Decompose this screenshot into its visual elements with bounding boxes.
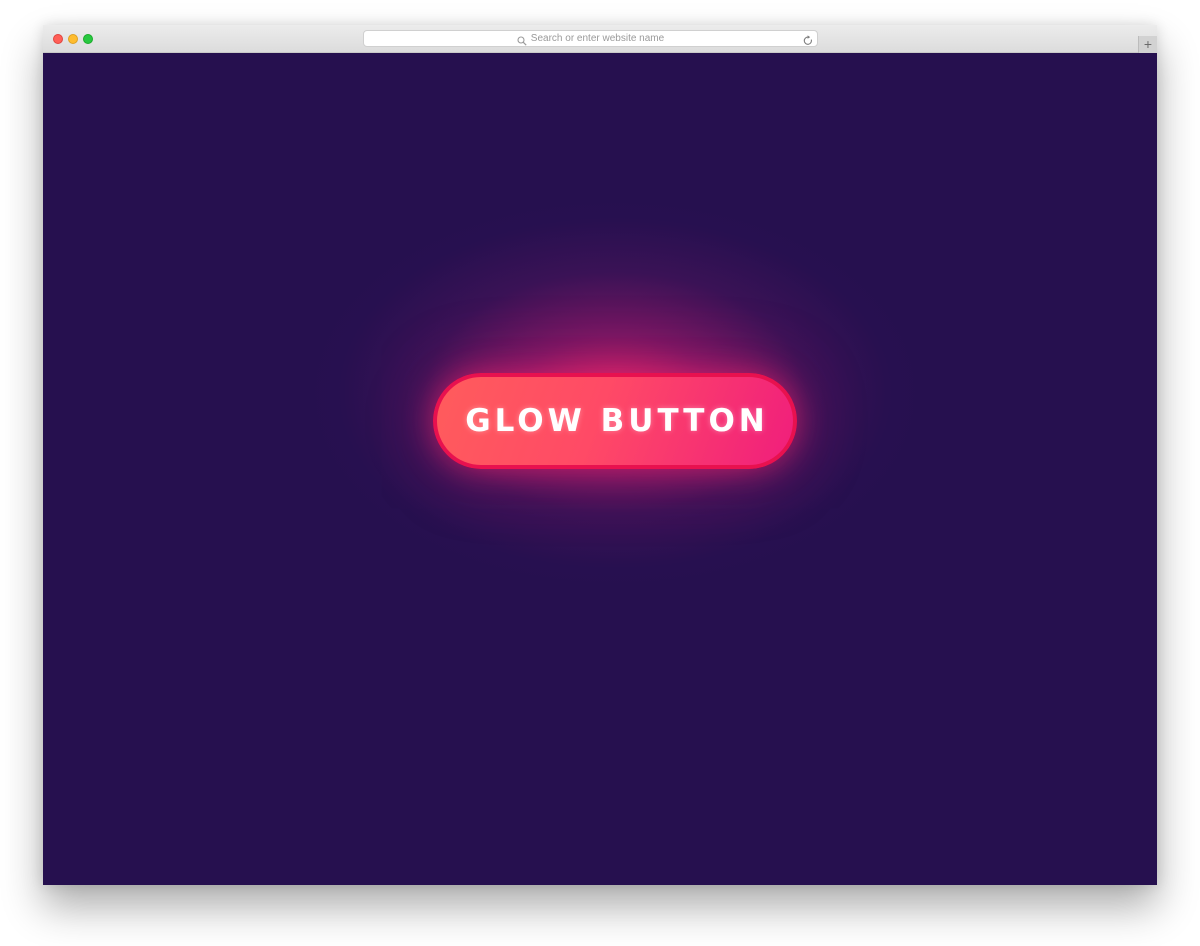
plus-icon: +	[1143, 36, 1153, 52]
address-bar[interactable]: Search or enter website name	[363, 30, 818, 47]
search-icon	[517, 33, 527, 46]
reload-icon[interactable]	[803, 33, 813, 45]
page-viewport: GLOW BUTTON	[43, 53, 1157, 885]
browser-titlebar: Search or enter website name +	[43, 25, 1157, 53]
glow-button-label: GLOW BUTTON	[465, 403, 769, 439]
zoom-window-button[interactable]	[83, 34, 93, 44]
glow-button[interactable]: GLOW BUTTON	[433, 373, 797, 469]
browser-window: Search or enter website name + GLOW BUTT…	[43, 25, 1157, 885]
close-window-button[interactable]	[53, 34, 63, 44]
address-bar-content: Search or enter website name	[364, 31, 817, 46]
address-bar-placeholder: Search or enter website name	[530, 33, 665, 44]
minimize-window-button[interactable]	[68, 34, 78, 44]
new-tab-button[interactable]: +	[1138, 36, 1157, 53]
